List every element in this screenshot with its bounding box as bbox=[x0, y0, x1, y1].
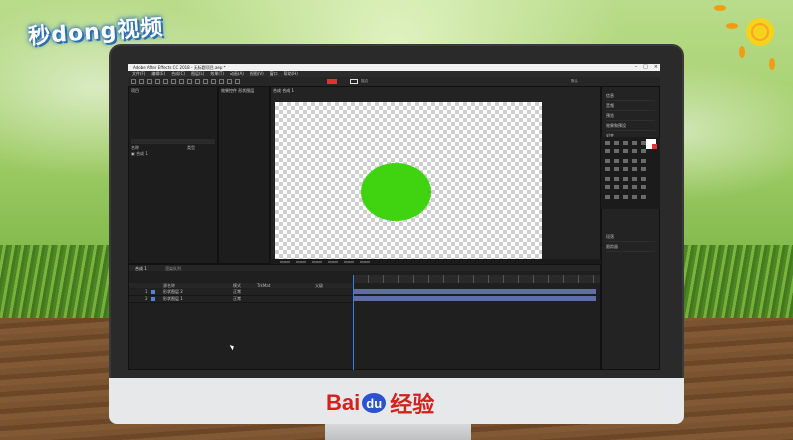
layer-mode[interactable]: 正常 bbox=[233, 296, 241, 302]
layer-name: 形状图层 2 bbox=[163, 289, 183, 294]
layer-mode[interactable]: 正常 bbox=[233, 289, 241, 295]
panel-effects-presets[interactable]: 效果和预设 bbox=[606, 121, 655, 131]
time-ruler[interactable] bbox=[353, 275, 600, 283]
layer-row[interactable]: 1 形状图层 2 正常 bbox=[129, 289, 353, 296]
timeline-columns: 源名称 模式 TrkMat 父级 bbox=[129, 283, 353, 288]
layer-name: 形状图层 1 bbox=[163, 296, 183, 301]
monitor-stand bbox=[325, 424, 471, 440]
effect-controls-panel: 效果控件 形状图层 bbox=[218, 86, 270, 264]
layer-label-color[interactable] bbox=[151, 297, 155, 301]
scale-field[interactable] bbox=[605, 185, 649, 189]
project-col-name[interactable]: 名称 bbox=[131, 145, 139, 150]
panel-audio[interactable]: 音频 bbox=[606, 101, 655, 111]
project-item[interactable]: ▣ 合成 1 bbox=[131, 151, 215, 156]
green-ellipse-shape[interactable] bbox=[361, 163, 431, 221]
col-trkmat[interactable]: TrkMat bbox=[257, 283, 270, 288]
paw-icon: du bbox=[362, 393, 387, 413]
project-search-field[interactable] bbox=[131, 139, 215, 144]
channel-control[interactable] bbox=[344, 260, 354, 263]
pen-tool-icon[interactable] bbox=[195, 79, 200, 84]
character-settings bbox=[601, 137, 660, 209]
workspace-selector[interactable]: 默认 bbox=[571, 79, 578, 84]
rotate-tool-icon[interactable] bbox=[163, 79, 168, 84]
selection-tool-icon[interactable] bbox=[139, 79, 144, 84]
layer-index: 1 bbox=[145, 289, 148, 294]
snapshot-icon[interactable] bbox=[328, 260, 338, 263]
project-tab[interactable]: 项目 bbox=[131, 88, 139, 94]
render-queue-tab[interactable]: 渲染队列 bbox=[165, 266, 181, 272]
font-size-field[interactable] bbox=[605, 159, 649, 163]
timecode-control[interactable] bbox=[312, 260, 322, 263]
timeline-tab[interactable]: 合成 1 bbox=[135, 266, 147, 272]
layer-index: 2 bbox=[145, 296, 148, 301]
close-icon[interactable]: × bbox=[654, 64, 658, 71]
zoom-tool-icon[interactable] bbox=[155, 79, 160, 84]
layer-duration-bar[interactable] bbox=[354, 289, 596, 294]
project-col-type[interactable]: 类型 bbox=[187, 145, 195, 150]
composition-tab[interactable]: 合成 合成 1 bbox=[273, 88, 294, 94]
composition-canvas[interactable] bbox=[275, 102, 542, 259]
panel-paragraph[interactable]: 段落 bbox=[606, 232, 655, 242]
current-time-indicator[interactable] bbox=[353, 275, 354, 370]
minimize-icon[interactable]: – bbox=[635, 64, 638, 71]
home-tool-icon[interactable] bbox=[131, 79, 136, 84]
effect-controls-tab[interactable]: 效果控件 形状图层 bbox=[221, 88, 254, 94]
window-titlebar: Adobe After Effects CC 2018 - 无标题项目.aep … bbox=[128, 64, 660, 71]
camera-view-control[interactable] bbox=[360, 260, 370, 263]
text-stroke-swatch[interactable] bbox=[652, 144, 657, 149]
eraser-tool-icon[interactable] bbox=[227, 79, 232, 84]
resolution-control[interactable] bbox=[296, 260, 306, 263]
stroke-label: 描边 bbox=[361, 79, 368, 83]
type-tool-icon[interactable] bbox=[203, 79, 208, 84]
right-panels: 信息 音频 预览 效果和预设 对齐 库 字符 段落 跟踪器 bbox=[601, 86, 660, 370]
brush-tool-icon[interactable] bbox=[211, 79, 216, 84]
layer-row[interactable]: 2 形状图层 1 正常 bbox=[129, 296, 353, 303]
zoom-control[interactable] bbox=[280, 260, 290, 263]
baidu-jingyan-logo: Bai du 经验 bbox=[326, 390, 435, 417]
sun-icon bbox=[714, 5, 775, 70]
text-style-buttons[interactable] bbox=[605, 195, 649, 199]
stroke-color-swatch[interactable] bbox=[350, 79, 358, 84]
fill-color-swatch[interactable] bbox=[327, 79, 337, 84]
shape-tool-icon[interactable] bbox=[187, 79, 192, 84]
hand-tool-icon[interactable] bbox=[147, 79, 152, 84]
font-family-field[interactable] bbox=[605, 141, 649, 145]
panel-preview[interactable]: 预览 bbox=[606, 111, 655, 121]
layer-label-color[interactable] bbox=[151, 290, 155, 294]
panel-info[interactable]: 信息 bbox=[606, 91, 655, 101]
camera-tool-icon[interactable] bbox=[171, 79, 176, 84]
pan-behind-tool-icon[interactable] bbox=[179, 79, 184, 84]
font-style-field[interactable] bbox=[605, 149, 649, 153]
clone-tool-icon[interactable] bbox=[219, 79, 224, 84]
timeline-panel: 合成 1 渲染队列 源名称 模式 TrkMat 父级 1 形状图层 2 正常 2… bbox=[128, 264, 601, 370]
puppet-tool-icon[interactable] bbox=[235, 79, 240, 84]
stroke-width-field[interactable] bbox=[605, 177, 649, 181]
after-effects-window: Adobe After Effects CC 2018 - 无标题项目.aep … bbox=[128, 64, 660, 370]
project-panel: 项目 名称 类型 ▣ 合成 1 bbox=[128, 86, 218, 264]
tracking-field[interactable] bbox=[605, 167, 649, 171]
window-title: Adobe After Effects CC 2018 - 无标题项目.aep … bbox=[133, 65, 226, 70]
layer-duration-bar[interactable] bbox=[354, 296, 596, 301]
panel-tracker[interactable]: 跟踪器 bbox=[606, 242, 655, 252]
maximize-icon[interactable]: □ bbox=[643, 64, 648, 71]
